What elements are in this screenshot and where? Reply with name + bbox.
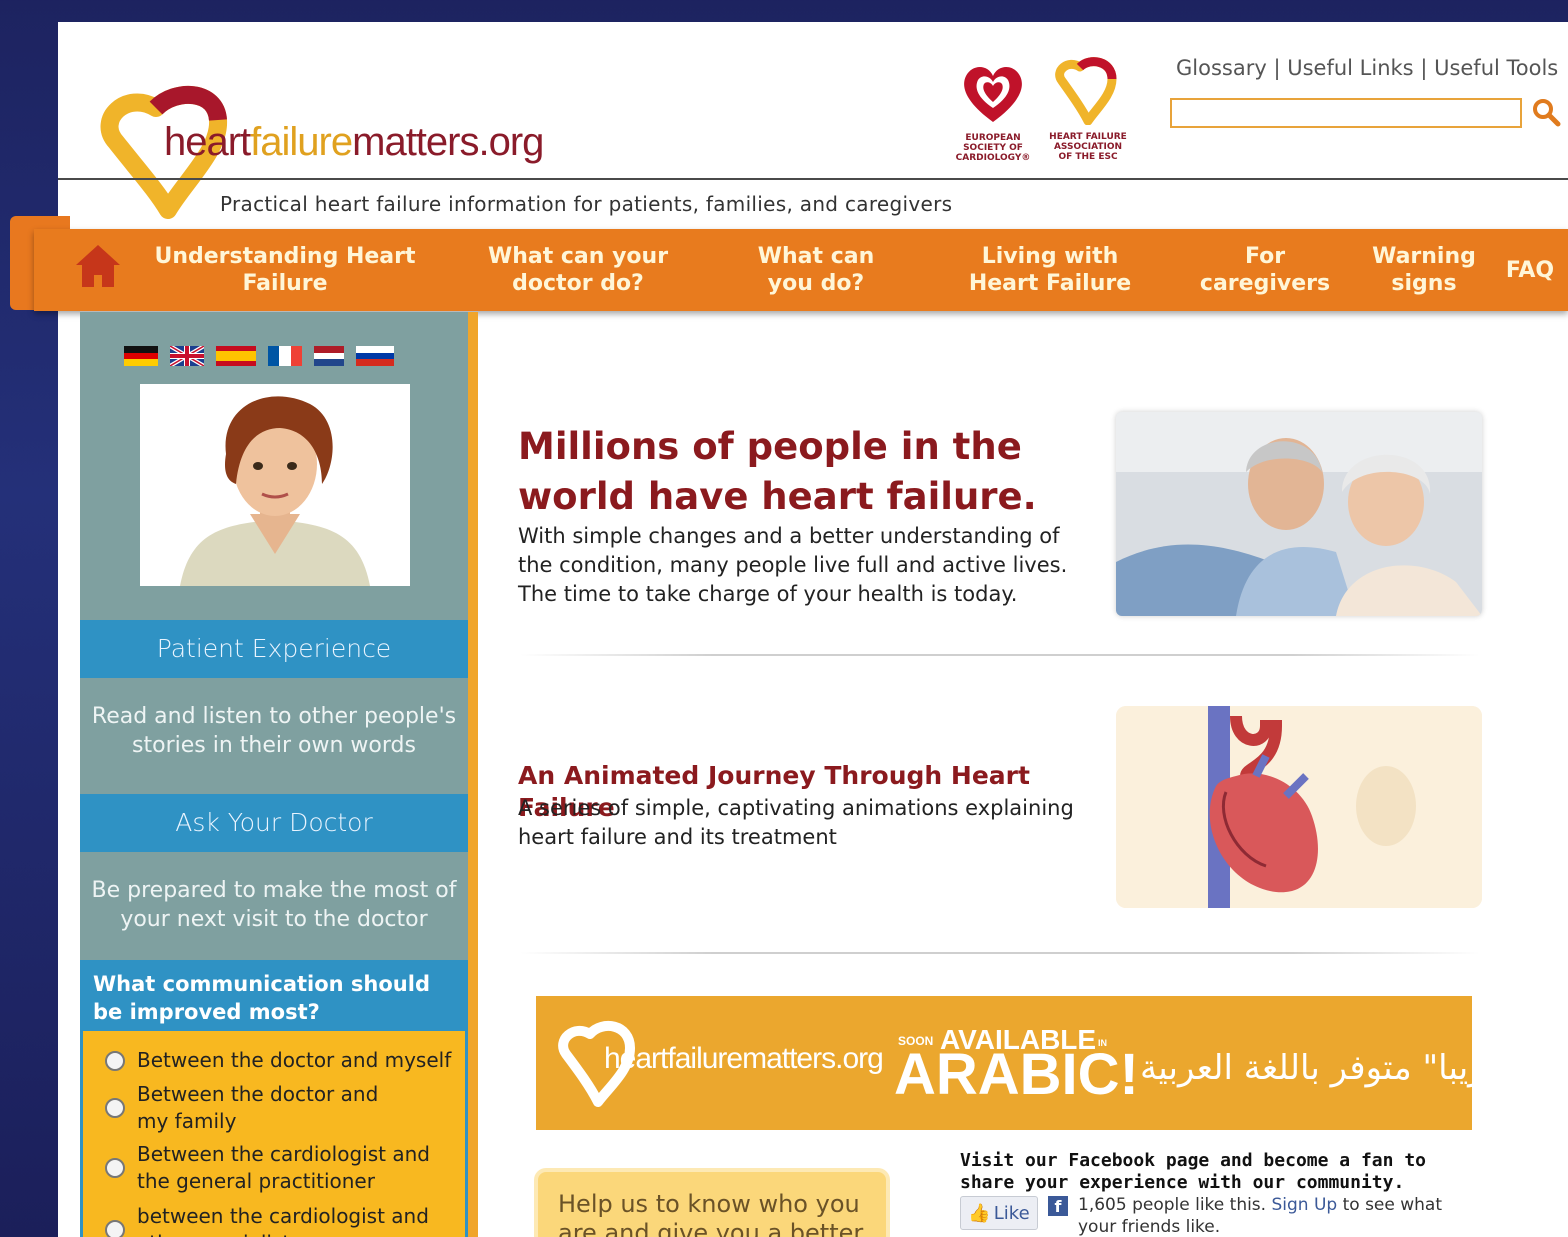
link-separator: | [1420, 56, 1428, 80]
section-divider [520, 654, 1480, 656]
feature-description: With simple changes and a better underst… [518, 524, 1068, 606]
logo-part-matters: matters.org [352, 120, 544, 164]
hfa-caption: HEART FAILURE ASSOCIATION OF THE ESC [1049, 132, 1127, 162]
nav-what-can-your-doctor-do[interactable]: What can your doctor do? [454, 229, 702, 311]
main-nav: Understanding Heart Failure What can you… [34, 229, 1568, 311]
flag-spain-icon[interactable] [216, 346, 256, 366]
nav-warning-signs[interactable]: Warning signs [1368, 229, 1480, 311]
facebook-like-button[interactable]: 👍 Like [960, 1196, 1038, 1230]
link-glossary[interactable]: Glossary [1176, 56, 1267, 80]
utility-links: Glossary | Useful Links | Useful Tools [1176, 56, 1558, 80]
poll-option[interactable]: between the cardiologist and other speci… [105, 1203, 445, 1237]
nav-for-caregivers[interactable]: For caregivers [1200, 229, 1330, 311]
flag-german-icon[interactable] [124, 346, 158, 366]
nav-understanding-heart-failure[interactable]: Understanding Heart Failure [154, 229, 416, 311]
hfa-heart-icon [1055, 57, 1117, 126]
narrator-avatar: II ♪ [140, 384, 410, 586]
header-divider [58, 178, 1568, 180]
facebook-signup-link[interactable]: Sign Up [1271, 1195, 1337, 1215]
radio-button[interactable] [105, 1220, 125, 1237]
esc-logo[interactable]: EUROPEAN SOCIETY OF CARDIOLOGY® [953, 60, 1033, 170]
poll-option[interactable]: Between the doctor and my family [105, 1081, 415, 1135]
banner-language: ARABIC! [894, 1042, 1139, 1107]
arabic-banner[interactable]: heartfailurematters.org SOON AVAILABLE I… [536, 996, 1503, 1130]
ask-your-doctor-text[interactable]: Be prepared to make the most of your nex… [80, 876, 468, 934]
logo-part-heart: heart [164, 120, 251, 164]
radio-button[interactable] [105, 1098, 125, 1118]
thumbs-up-icon: 👍 [968, 1202, 991, 1224]
narrator-illustration [180, 396, 370, 586]
like-count-text: 1,605 people like this. [1078, 1195, 1267, 1215]
banner-logo-text: heartfailurematters.org [604, 1042, 884, 1075]
site-logo[interactable]: heartfailurematters.org [164, 120, 544, 165]
poll-option-label: Between the doctor and my family [137, 1082, 379, 1133]
logo-part-failure: failure [250, 120, 353, 164]
esc-heart-icon [964, 67, 1022, 122]
poll-option-label: Between the cardiologist and the general… [137, 1142, 430, 1193]
tagline: Practical heart failure information for … [220, 192, 953, 216]
banner-arabic-text: قريبا" متوفر باللغة العربية [1140, 1048, 1504, 1088]
help-us-text: Help us to know who you are and give you… [558, 1190, 864, 1237]
help-us-box[interactable]: Help us to know who you are and give you… [534, 1168, 890, 1237]
patient-experience-header[interactable]: Patient Experience [80, 620, 468, 678]
link-useful-links[interactable]: Useful Links [1287, 56, 1413, 80]
animated-journey-description: A series of simple, captivating animatio… [518, 796, 1074, 849]
like-label: Like [993, 1202, 1030, 1224]
radio-button[interactable] [105, 1050, 125, 1071]
home-icon[interactable] [72, 241, 124, 291]
heart-animation-thumbnail[interactable] [1116, 706, 1482, 908]
esc-caption: EUROPEAN SOCIETY OF CARDIOLOGY® [955, 133, 1031, 163]
poll-question: What communication should be improved mo… [83, 963, 465, 1031]
search-input[interactable] [1170, 98, 1522, 128]
patient-experience-text[interactable]: Read and listen to other people's storie… [80, 702, 468, 760]
link-separator: | [1273, 56, 1281, 80]
nav-living-with-heart-failure[interactable]: Living with Heart Failure [948, 229, 1152, 311]
poll-option[interactable]: Between the doctor and myself [105, 1047, 465, 1074]
link-useful-tools[interactable]: Useful Tools [1434, 56, 1558, 80]
heart-anatomy-image [1116, 706, 1482, 908]
flag-uk-icon[interactable] [170, 346, 204, 366]
sidebar: II ♪ Patient Experience Read and listen … [80, 312, 478, 1237]
flag-netherlands-icon[interactable] [314, 346, 344, 366]
section-divider [520, 952, 1480, 954]
nav-what-can-you-do[interactable]: What can you do? [734, 229, 898, 311]
flag-russia-icon[interactable] [356, 346, 394, 366]
poll-option-label: Between the doctor and myself [137, 1048, 452, 1072]
poll-box: What communication should be improved mo… [80, 960, 468, 1237]
couple-image [1116, 412, 1482, 616]
flag-france-icon[interactable] [268, 346, 302, 366]
poll-option-label: between the cardiologist and other speci… [137, 1204, 429, 1237]
hfa-logo[interactable]: HEART FAILURE ASSOCIATION OF THE ESC [1048, 57, 1128, 167]
nav-faq[interactable]: FAQ [1500, 229, 1560, 311]
ask-your-doctor-header[interactable]: Ask Your Doctor [80, 794, 468, 852]
radio-button[interactable] [105, 1158, 125, 1178]
poll-option[interactable]: Between the cardiologist and the general… [105, 1141, 445, 1195]
facebook-icon: f [1048, 1196, 1068, 1216]
facebook-heading: Visit our Facebook page and become a fan… [960, 1150, 1426, 1193]
elderly-couple-photo[interactable] [1116, 412, 1482, 616]
language-flags [124, 346, 394, 366]
search-icon[interactable] [1530, 96, 1564, 130]
feature-headline[interactable]: Millions of people in the world have hea… [518, 422, 1038, 522]
facebook-like-count: 1,605 people like this. Sign Up to see w… [1078, 1194, 1458, 1237]
